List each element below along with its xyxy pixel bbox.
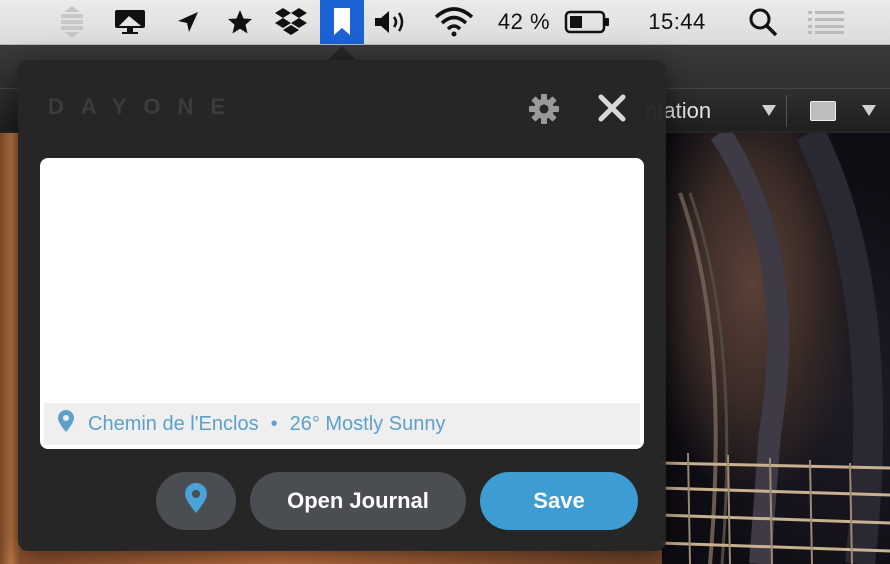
- dropbox-icon[interactable]: [270, 0, 312, 44]
- sidebar-list-icon[interactable]: [52, 0, 92, 44]
- entry-text-area[interactable]: [40, 158, 644, 403]
- save-button[interactable]: Save: [480, 472, 638, 530]
- entry-editor: Chemin de l'Enclos • 26° Mostly Sunny: [40, 158, 644, 449]
- close-icon[interactable]: [597, 93, 627, 123]
- weather-text[interactable]: 26° Mostly Sunny: [290, 413, 446, 436]
- battery-icon[interactable]: [562, 0, 612, 44]
- volume-icon[interactable]: [370, 0, 412, 44]
- background-dropdown-arrow-2[interactable]: [862, 105, 876, 116]
- background-square-icon[interactable]: [810, 101, 836, 121]
- background-image-bottom: [22, 550, 662, 564]
- star-icon[interactable]: [222, 0, 258, 44]
- notification-list-icon[interactable]: [804, 0, 848, 44]
- location-pin-icon: [58, 410, 74, 438]
- gear-icon[interactable]: [528, 93, 560, 125]
- menu-bar: 42 % 15:44: [0, 0, 890, 45]
- clock[interactable]: 15:44: [632, 0, 722, 44]
- display-icon[interactable]: [110, 0, 150, 44]
- background-photo: [659, 126, 890, 564]
- entry-metadata-bar: Chemin de l'Enclos • 26° Mostly Sunny: [44, 403, 640, 445]
- meta-separator: •: [270, 412, 278, 435]
- wifi-icon[interactable]: [432, 0, 476, 44]
- open-journal-button[interactable]: Open Journal: [250, 472, 466, 530]
- location-text[interactable]: Chemin de l'Enclos: [88, 413, 259, 436]
- location-arrow-icon[interactable]: [170, 0, 206, 44]
- popover-arrow: [328, 46, 356, 60]
- spotlight-icon[interactable]: [744, 0, 782, 44]
- background-divider: [786, 95, 787, 127]
- battery-percent: 42 %: [497, 9, 551, 34]
- location-button[interactable]: [156, 472, 236, 530]
- dayone-logo: DAYONE: [48, 94, 243, 119]
- background-dropdown-arrow[interactable]: [762, 105, 776, 116]
- dayone-bookmark-icon[interactable]: [320, 0, 364, 44]
- location-pin-icon: [185, 483, 207, 519]
